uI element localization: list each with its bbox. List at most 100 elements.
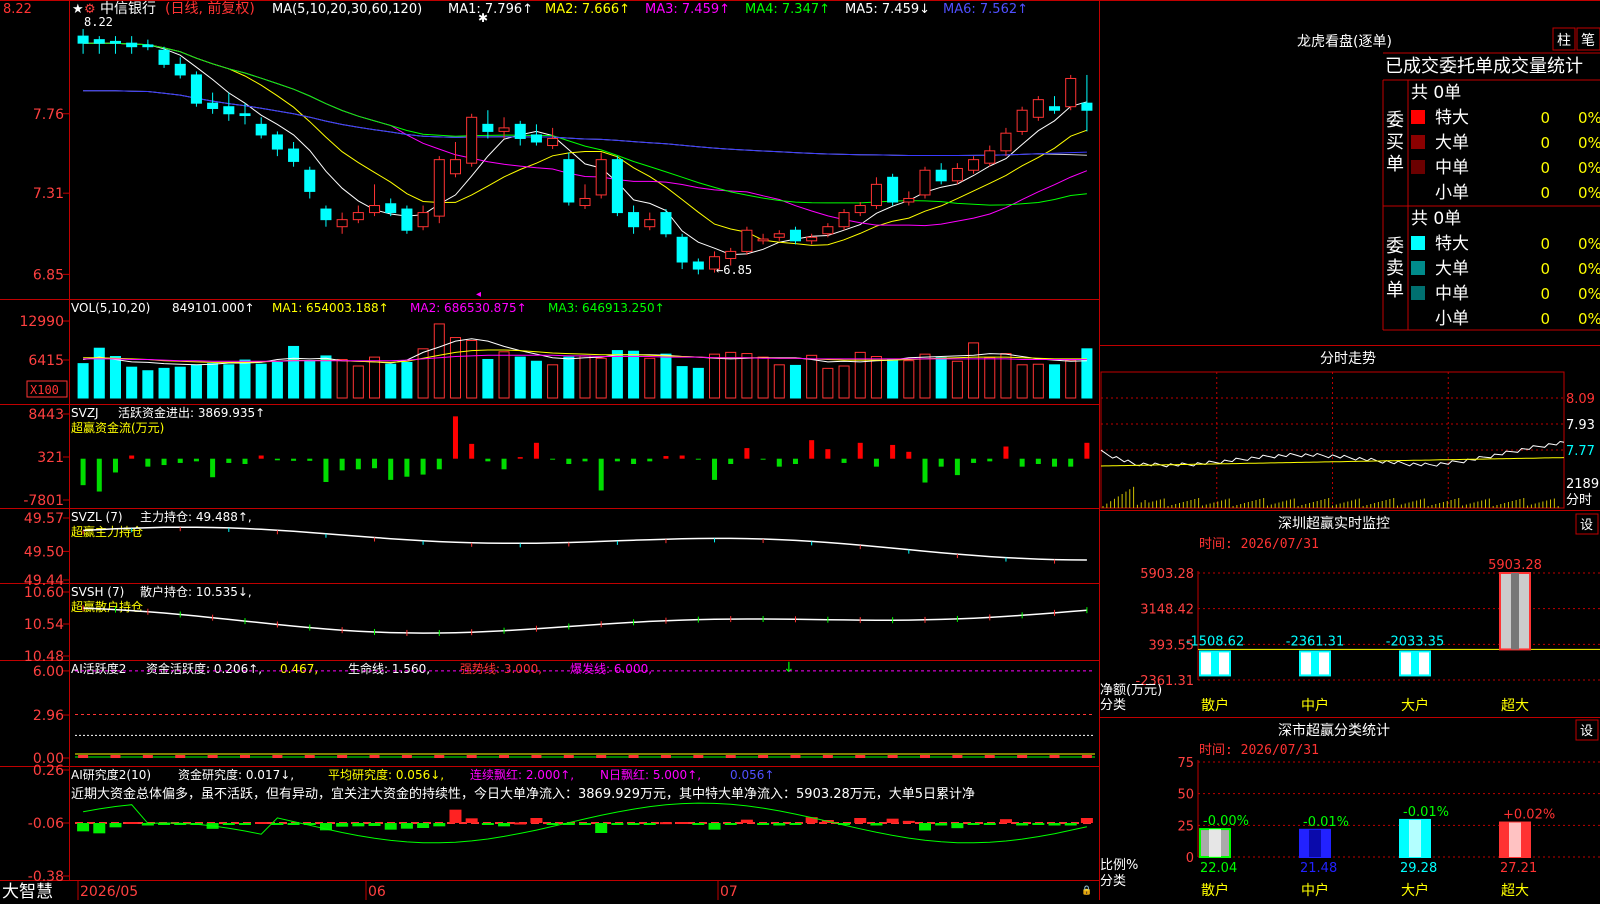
y-tick-label: -7801 (23, 493, 64, 509)
research-bar (886, 818, 899, 823)
active-bar (401, 755, 412, 758)
candle-body (595, 159, 607, 196)
flow-bar (841, 458, 847, 463)
order-row-pct: 0% (1578, 310, 1600, 328)
lock-icon[interactable]: 🔒 (1081, 885, 1092, 896)
flow-bar (291, 458, 297, 461)
volume-bar (417, 348, 429, 399)
research-bar (1016, 823, 1029, 826)
candle-body (239, 113, 251, 117)
y-tick-label: 49.50 (24, 544, 64, 560)
candle-body (190, 74, 202, 104)
y-tick-label: 10.54 (24, 617, 64, 633)
research-bar (1032, 823, 1045, 825)
intraday-y-label: 7.93 (1566, 418, 1595, 433)
ai-research-plot (75, 802, 1095, 844)
price-header: ★ ⚙ 中信银行 (日线, 前复权) MA(5,10,20,30,60,120)… (72, 0, 1028, 17)
flow-bar (485, 458, 491, 462)
candle-body (158, 49, 170, 65)
star-icon[interactable]: ★ (72, 2, 84, 17)
research-bar (368, 823, 381, 826)
chart-canvas[interactable]: ★ ⚙ 中信银行 (日线, 前复权) MA(5,10,20,30,60,120)… (0, 0, 1600, 902)
stat2-bar-core (1509, 822, 1521, 857)
research-bar (951, 823, 964, 829)
research-bar (109, 823, 122, 828)
svzl-line (83, 526, 1087, 561)
stat2-category-label: 分类 (1100, 874, 1126, 889)
candle-body (482, 123, 494, 132)
vol-unit: X100 (30, 383, 59, 397)
candle-body (417, 212, 429, 228)
monitor-y-label: 3148.42 (1140, 603, 1194, 618)
volume-bar (126, 366, 138, 399)
candle-body (628, 212, 640, 228)
date-label: 07 (720, 884, 738, 900)
flow-bar (145, 458, 151, 467)
research-bar (757, 823, 770, 825)
vol-header: VOL(5,10,20) 849101.000↑ MA1: 654003.188… (71, 301, 665, 315)
volume-bar (822, 367, 834, 399)
monitor-bar-value: -2361.31 (1286, 634, 1344, 649)
volume-bar (628, 350, 640, 399)
stat2-y-label: 75 (1177, 756, 1194, 771)
active-bar (628, 755, 639, 758)
active-bar (563, 755, 574, 758)
research-bar (239, 823, 251, 825)
ai-research-title: AI研究度2(10) (71, 767, 151, 782)
flow-bar (1003, 446, 1009, 459)
active-bar (1049, 755, 1060, 758)
ai-research-c: 连续飘红: 2.000↑, (470, 767, 574, 782)
research-bar (514, 822, 527, 825)
volume-bar (336, 358, 348, 399)
ai-research-e: 0.056↑ (730, 768, 774, 782)
research-bar (773, 823, 786, 826)
active-bar (110, 755, 121, 758)
order-row-pct: 0% (1578, 184, 1600, 202)
ma4-value: MA4: 7.347↑ (745, 2, 830, 17)
order-row-label: 小单 (1435, 309, 1469, 329)
volume-bar (660, 353, 672, 399)
y-tick-label: 12990 (19, 314, 64, 330)
volume-bar (158, 367, 170, 399)
research-bar (999, 819, 1012, 823)
stat2-time: 时间: 2026/07/31 (1199, 743, 1319, 758)
vol-value: 849101.000↑ (172, 301, 255, 315)
active-bar (920, 755, 930, 758)
active-bar (887, 755, 898, 758)
candle-body (773, 233, 785, 238)
ma1-value: MA1: 7.796↑ (448, 2, 533, 17)
stat2-bar-core (1309, 829, 1321, 857)
monitor-bar-value: -1508.62 (1186, 634, 1244, 649)
volume-bar (498, 351, 510, 399)
buy-total: 共 0单 (1411, 83, 1461, 103)
research-bar (400, 823, 413, 829)
research-bar (902, 820, 915, 823)
volume-bar (579, 355, 591, 399)
monitor-category: 中户 (1301, 697, 1329, 714)
candle-body (789, 229, 801, 242)
research-bar (1064, 823, 1077, 826)
stat2-y-label: 25 (1177, 819, 1194, 834)
volume-bar (563, 356, 575, 399)
buy-side-char: 委 (1386, 110, 1404, 131)
svsh-title: SVSH (7) (71, 585, 124, 599)
candle-body (514, 123, 526, 139)
research-bar (481, 823, 494, 825)
research-bar (724, 823, 737, 825)
candle-body (449, 159, 461, 175)
order-row-pct: 0% (1578, 235, 1600, 253)
monitor-chart: 5903.283148.42393.55-2361.31-1508.62散户-2… (1136, 558, 1600, 714)
flow-bar (452, 416, 458, 459)
candle-body (611, 159, 623, 214)
flow-bar (873, 458, 879, 467)
research-bar (692, 823, 705, 825)
flow-bar (987, 458, 993, 462)
candle-body (854, 205, 866, 214)
ma-line-5 (83, 42, 1088, 256)
sell-side-char: 卖 (1386, 258, 1404, 279)
candle-body (207, 102, 219, 109)
candle-body (1049, 106, 1061, 111)
y-tick-label: 6415 (28, 353, 64, 369)
svzl-sub: 超赢主力持仓 (71, 524, 143, 539)
volume-bar (838, 365, 850, 399)
